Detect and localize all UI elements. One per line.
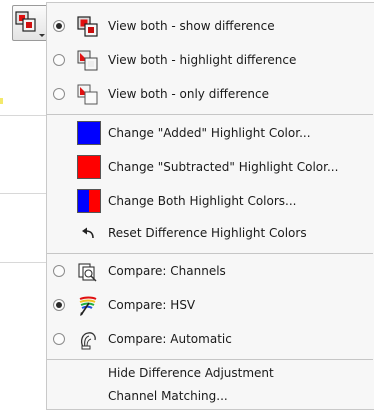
menu-item-label: Hide Difference Adjustment	[108, 366, 274, 380]
radio-button[interactable]	[53, 333, 65, 345]
subtracted-color-swatch	[77, 155, 101, 179]
menu-item-change-added-color[interactable]: Change "Added" Highlight Color...	[47, 117, 373, 149]
menu-item-compare-channels[interactable]: Compare: Channels	[47, 255, 373, 287]
background-marker	[0, 98, 3, 104]
reset-arrow-icon	[82, 227, 94, 239]
menu-item-change-both-colors[interactable]: Change Both Highlight Colors...	[47, 185, 373, 217]
added-color-swatch	[77, 121, 101, 145]
menu-separator	[47, 114, 373, 115]
menu-item-compare-automatic[interactable]: Compare: Automatic	[47, 323, 373, 355]
menu-item-label: View both - show difference	[108, 19, 275, 33]
menu-item-label: Change "Subtracted" Highlight Color...	[108, 160, 339, 174]
automatic-icon	[81, 332, 96, 350]
both-colors-swatch	[77, 189, 101, 213]
radio-button[interactable]	[53, 54, 65, 66]
hsv-icon	[79, 296, 97, 316]
menu-item-channel-matching[interactable]: Channel Matching...	[47, 384, 373, 408]
background-divider	[0, 115, 46, 116]
view-mode-menu: View both - show difference View both - …	[46, 2, 374, 410]
menu-item-label: Change "Added" Highlight Color...	[108, 126, 311, 140]
menu-item-label: View both - highlight difference	[108, 53, 297, 67]
menu-item-compare-hsv[interactable]: Compare: HSV	[47, 289, 373, 321]
menu-item-view-both-show-difference[interactable]: View both - show difference	[47, 10, 373, 42]
background-divider	[0, 262, 46, 263]
menu-item-label: Reset Difference Highlight Colors	[108, 226, 307, 240]
menu-item-view-both-only-difference[interactable]: View both - only difference	[47, 78, 373, 110]
background-panel	[0, 0, 46, 410]
channels-icon	[78, 263, 97, 282]
menu-item-label: Change Both Highlight Colors...	[108, 194, 297, 208]
menu-separator	[47, 359, 373, 360]
menu-item-view-both-highlight-difference[interactable]: View both - highlight difference	[47, 44, 373, 76]
radio-button[interactable]	[53, 265, 65, 277]
view-mode-dropdown-button[interactable]	[12, 5, 48, 41]
menu-item-label: View both - only difference	[108, 87, 269, 101]
menu-item-reset-colors[interactable]: Reset Difference Highlight Colors	[47, 217, 373, 249]
menu-item-change-subtracted-color[interactable]: Change "Subtracted" Highlight Color...	[47, 151, 373, 183]
menu-item-hide-difference-adjustment[interactable]: Hide Difference Adjustment	[47, 361, 373, 385]
view-both-icon	[15, 11, 36, 32]
radio-button[interactable]	[53, 20, 65, 32]
menu-item-label: Channel Matching...	[108, 389, 228, 403]
menu-item-label: Compare: HSV	[108, 298, 196, 312]
radio-button[interactable]	[53, 299, 65, 311]
menu-separator	[47, 253, 373, 254]
chevron-down-icon	[39, 34, 45, 37]
background-divider	[0, 193, 46, 194]
radio-button[interactable]	[53, 88, 65, 100]
menu-item-label: Compare: Automatic	[108, 332, 232, 346]
view-both-only-icon	[77, 84, 98, 105]
menu-item-label: Compare: Channels	[108, 264, 226, 278]
view-both-highlight-icon	[77, 50, 98, 71]
view-both-show-icon	[77, 16, 98, 37]
